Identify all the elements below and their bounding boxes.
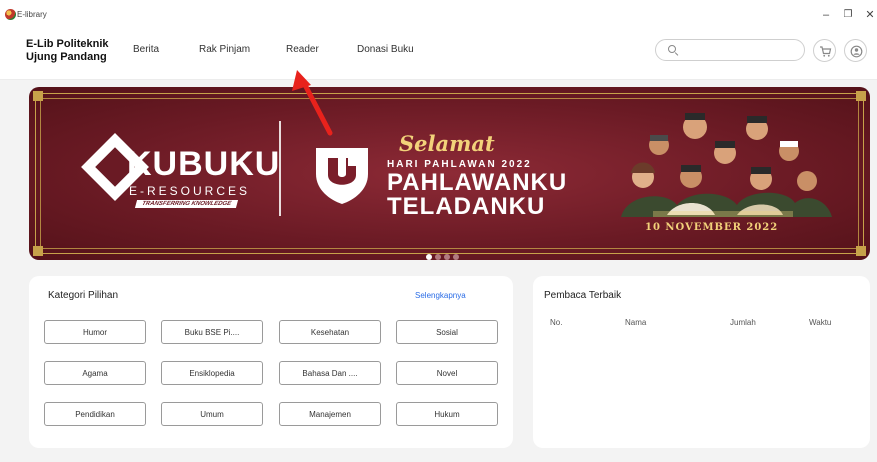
category-title: Kategori Pilihan	[48, 290, 119, 301]
banner-corner-ornament	[33, 91, 43, 101]
user-icon	[850, 45, 863, 58]
category-button[interactable]: Manajemen	[279, 402, 381, 426]
banner-corner-ornament	[856, 91, 866, 101]
category-button[interactable]: Bahasa Dan ....	[279, 361, 381, 385]
window-title: E-library	[17, 10, 47, 19]
category-button[interactable]: Hukum	[396, 402, 498, 426]
category-button[interactable]: Agama	[44, 361, 146, 385]
nav-rak-pinjam[interactable]: Rak Pinjam	[199, 44, 250, 55]
brand-line-1: E-Lib Politeknik	[26, 38, 109, 50]
close-button[interactable]: ✕	[860, 6, 877, 24]
carousel-dot[interactable]	[435, 254, 441, 260]
banner-corner-ornament	[856, 246, 866, 256]
cart-button[interactable]	[813, 39, 836, 62]
category-button[interactable]: Kesehatan	[279, 320, 381, 344]
best-readers-title: Pembaca Terbaik	[544, 290, 622, 301]
user-button[interactable]	[844, 39, 867, 62]
carousel-dot[interactable]	[444, 254, 450, 260]
carousel-dot[interactable]	[426, 254, 432, 260]
column-header-nama: Nama	[625, 318, 647, 327]
hero-banner[interactable]: KUBUKU E-RESOURCES TRANSFERRING KNOWLEDG…	[29, 87, 870, 260]
see-more-link[interactable]: Selengkapnya	[415, 291, 466, 300]
banner-date: 10 NOVEMBER 2022	[645, 222, 779, 233]
minimize-button[interactable]: –	[816, 6, 836, 24]
best-readers-card: Pembaca Terbaik No. Nama Jumlah Waktu	[533, 276, 870, 448]
kubuku-logo: KUBUKU E-RESOURCES TRANSFERRING KNOWLEDG…	[81, 133, 279, 217]
window-titlebar: E-library – ❐ ✕	[0, 0, 877, 30]
search-input[interactable]	[682, 42, 800, 58]
category-button[interactable]: Sosial	[396, 320, 498, 344]
app-logo-icon	[5, 9, 16, 20]
hari-pahlawan-logo-icon	[316, 148, 368, 204]
search-box	[655, 39, 805, 61]
banner-divider	[279, 121, 281, 216]
kubuku-tagline: TRANSFERRING KNOWLEDGE	[134, 200, 239, 208]
category-button[interactable]: Humor	[44, 320, 146, 344]
brand-logo[interactable]: E-Lib Politeknik Ujung Pandang	[26, 38, 109, 64]
search-icon	[668, 45, 676, 53]
column-header-waktu: Waktu	[809, 318, 832, 327]
category-button[interactable]: Buku BSE Pi....	[161, 320, 263, 344]
category-card: Kategori Pilihan Selengkapnya Humor Buku…	[29, 276, 513, 448]
banner-headline-2: TELADANKU	[387, 193, 546, 220]
nav-reader[interactable]: Reader	[286, 44, 319, 55]
brand-line-2: Ujung Pandang	[26, 51, 107, 63]
cart-icon	[820, 46, 832, 57]
nav-donasi-buku[interactable]: Donasi Buku	[357, 44, 414, 55]
nav-berita[interactable]: Berita	[133, 44, 159, 55]
category-button[interactable]: Ensiklopedia	[161, 361, 263, 385]
maximize-button[interactable]: ❐	[838, 6, 858, 24]
category-button[interactable]: Novel	[396, 361, 498, 385]
carousel-indicators	[426, 247, 462, 260]
banner-greeting: Selamat	[399, 131, 495, 156]
app-header: E-Lib Politeknik Ujung Pandang Berita Ra…	[0, 30, 877, 80]
column-header-jumlah: Jumlah	[730, 318, 756, 327]
kubuku-subtitle: E-RESOURCES	[129, 184, 251, 198]
kubuku-title: KUBUKU	[127, 145, 281, 183]
carousel-dot[interactable]	[453, 254, 459, 260]
category-button[interactable]: Umum	[161, 402, 263, 426]
banner-corner-ornament	[33, 246, 43, 256]
category-button[interactable]: Pendidikan	[44, 402, 146, 426]
column-header-no: No.	[550, 318, 563, 327]
heroes-illustration	[621, 113, 832, 217]
